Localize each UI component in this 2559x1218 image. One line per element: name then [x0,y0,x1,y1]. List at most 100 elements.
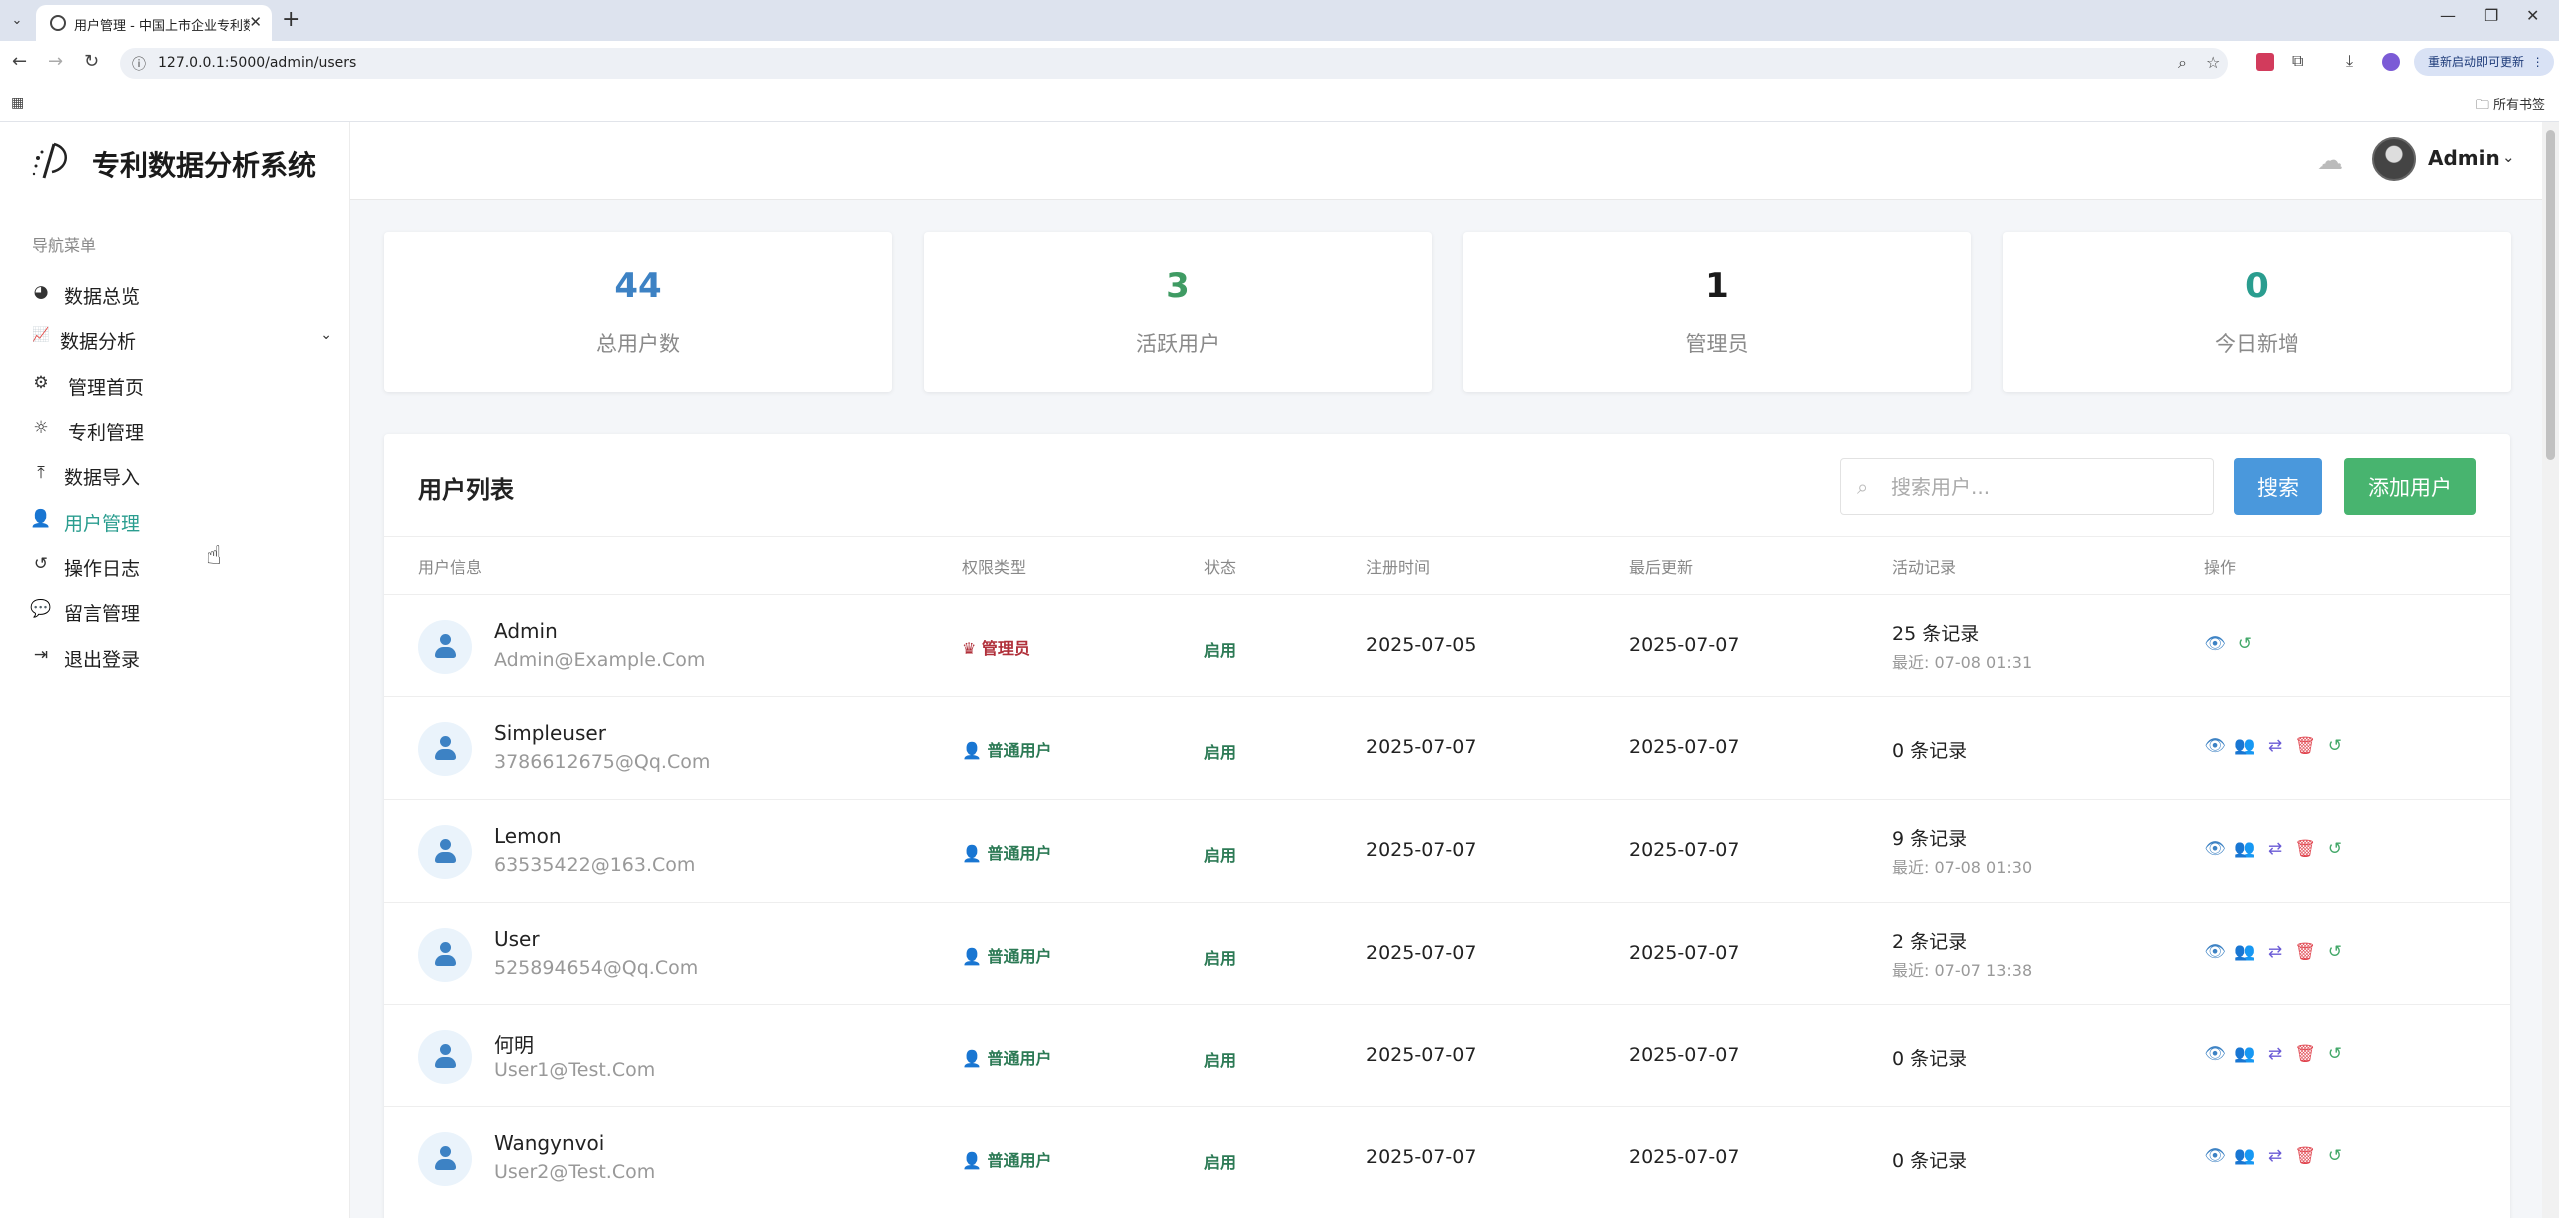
history-icon[interactable]: ↺ [2324,941,2346,963]
tab-title: 用户管理 - 中国上市企业专利数据 [74,19,250,34]
current-user-name[interactable]: Admin [2428,146,2500,170]
zoom-icon[interactable]: ⌕ [2178,53,2187,73]
view-icon[interactable]: 👁 [2204,1145,2226,1167]
browser-tab[interactable]: 用户管理 - 中国上市企业专利数据 ✕ [36,5,272,41]
view-icon[interactable]: 👁 [2204,838,2226,860]
user-role-icon[interactable]: 👥 [2234,735,2256,757]
forward-icon[interactable]: → [48,51,63,72]
history-icon[interactable]: ↺ [2324,1145,2346,1167]
activity-count: 2 条记录 [1892,931,1968,953]
status-badge: 启用 [1204,641,1237,660]
chevron-down-icon[interactable]: ⌄ [2502,148,2515,166]
upload-icon: ⤒ [37,463,45,483]
user-role-icon[interactable]: 👥 [2234,838,2256,860]
apps-grid-icon[interactable]: ▦ [11,95,24,111]
switch-icon[interactable]: ⇄ [2264,735,2286,757]
app-logo-icon [32,142,67,179]
new-tab-icon[interactable]: + [282,7,300,32]
restore-icon[interactable]: ❐ [2484,6,2498,25]
sidebar-item-patents[interactable]: ☼ 专利管理 [28,409,328,449]
updated-date: 2025-07-07 [1629,1146,1740,1168]
activity-count: 0 条记录 [1892,740,1968,762]
history-icon[interactable]: ↺ [2234,633,2256,655]
page-scrollbar[interactable] [2542,122,2559,1218]
scroll-thumb[interactable] [2546,130,2555,460]
history-icon[interactable]: ↺ [2324,1043,2346,1065]
column-header: 状态 [1204,558,1237,577]
row-actions: 👁 👥 ⇄ 🗑 ↺ [2204,735,2354,759]
logout-icon: ⇥ [33,645,49,665]
panel-title: 用户列表 [418,476,514,504]
updated-date: 2025-07-07 [1629,942,1740,964]
user-name: 何明 [494,1033,534,1057]
extension-icon[interactable] [2256,53,2274,71]
user-email: 525894654@Qq.Com [494,957,699,979]
tab-close-icon[interactable]: ✕ [249,13,262,31]
role-label: 普通用户 [987,741,1052,760]
chevron-down-icon[interactable]: ⌄ [320,327,332,343]
divider [384,536,2510,537]
download-icon[interactable]: ⤓ [2346,51,2353,71]
sidebar-item-label: 数据分析 [60,331,137,353]
delete-icon[interactable]: 🗑 [2294,1145,2316,1167]
cloud-icon[interactable]: ☁ [2317,146,2343,176]
switch-icon[interactable]: ⇄ [2264,1043,2286,1065]
stat-label: 总用户数 [596,332,680,356]
back-icon[interactable]: ← [12,51,27,72]
delete-icon[interactable]: 🗑 [2294,941,2316,963]
user-icon: 👤 [962,1049,982,1068]
switch-icon[interactable]: ⇄ [2264,1145,2286,1167]
relaunch-update-button[interactable]: 重新启动即可更新 ⋮ [2414,48,2554,76]
sidebar-item-overview[interactable]: ◕ 数据总览 [28,273,328,313]
switch-icon[interactable]: ⇄ [2264,941,2286,963]
user-icon: 👤 [962,844,982,863]
add-user-button[interactable]: 添加用户 [2344,458,2476,515]
delete-icon[interactable]: 🗑 [2294,838,2316,860]
view-icon[interactable]: 👁 [2204,735,2226,757]
registered-date: 2025-07-05 [1366,634,1477,656]
address-toolbar: ← → ↻ ⓘ 127.0.0.1:5000/admin/users ⌕ ☆ [0,41,2559,85]
role-badge: 👤 普通用户 [962,840,1052,864]
user-role-icon[interactable]: 👥 [2234,1145,2256,1167]
user-role-icon[interactable]: 👥 [2234,1043,2256,1065]
delete-icon[interactable]: 🗑 [2294,735,2316,757]
url-text[interactable]: 127.0.0.1:5000/admin/users [158,55,356,71]
stat-value: 3 [1166,266,1190,306]
bookmark-star-icon[interactable]: ☆ [2206,53,2220,72]
window-close-icon[interactable]: ✕ [2526,6,2539,25]
all-bookmarks-folder[interactable]: 🗀 所有书签 [2476,94,2545,118]
status-badge: 启用 [1204,1051,1237,1070]
sidebar-item-logs[interactable]: ↺ 操作日志 [28,545,328,585]
search-input[interactable] [1891,471,2201,503]
view-icon[interactable]: 👁 [2204,1043,2226,1065]
view-icon[interactable]: 👁 [2204,941,2226,963]
sidebar-item-import[interactable]: ⤒ 数据导入 [28,454,328,494]
sidebar-item-messages[interactable]: 💬 留言管理 [28,590,328,630]
avatar[interactable] [2372,137,2416,181]
address-bar[interactable]: ⓘ 127.0.0.1:5000/admin/users ⌕ ☆ [120,48,2228,79]
tab-search-chevron-icon[interactable]: ⌄ [6,10,28,32]
switch-icon[interactable]: ⇄ [2264,838,2286,860]
table-row: Lemon 63535422@163.Com 👤 普通用户 启用 2025-07… [384,799,2510,902]
sidebar-item-admin-home[interactable]: ⚙ 管理首页 [28,364,328,404]
search-button[interactable]: 搜索 [2234,458,2322,515]
view-icon[interactable]: 👁 [2204,633,2226,655]
stat-value: 0 [2245,266,2269,306]
profile-icon[interactable] [2382,53,2400,71]
sidebar-item-users[interactable]: 👤 用户管理 [28,500,328,540]
table-row: Admin Admin@Example.Com ♛ 管理员 启用 2025-07… [384,594,2510,697]
minimize-icon[interactable]: — [2440,6,2456,25]
sidebar-item-logout[interactable]: ⇥ 退出登录 [28,636,328,676]
user-avatar-icon [418,928,472,982]
sidebar-item-analysis[interactable]: 📈 数据分析 ⌄ [28,318,332,358]
delete-icon[interactable]: 🗑 [2294,1043,2316,1065]
activity-count: 0 条记录 [1892,1048,1968,1070]
user-role-icon[interactable]: 👥 [2234,941,2256,963]
search-box[interactable]: ⌕ [1840,458,2214,515]
history-icon[interactable]: ↺ [2324,838,2346,860]
site-info-icon[interactable]: ⓘ [132,54,146,74]
reload-icon[interactable]: ↻ [84,51,99,72]
history-icon[interactable]: ↺ [2324,735,2346,757]
sidebar-item-label: 数据导入 [64,467,141,489]
extensions-puzzle-icon[interactable]: ⧉ [2292,51,2303,71]
